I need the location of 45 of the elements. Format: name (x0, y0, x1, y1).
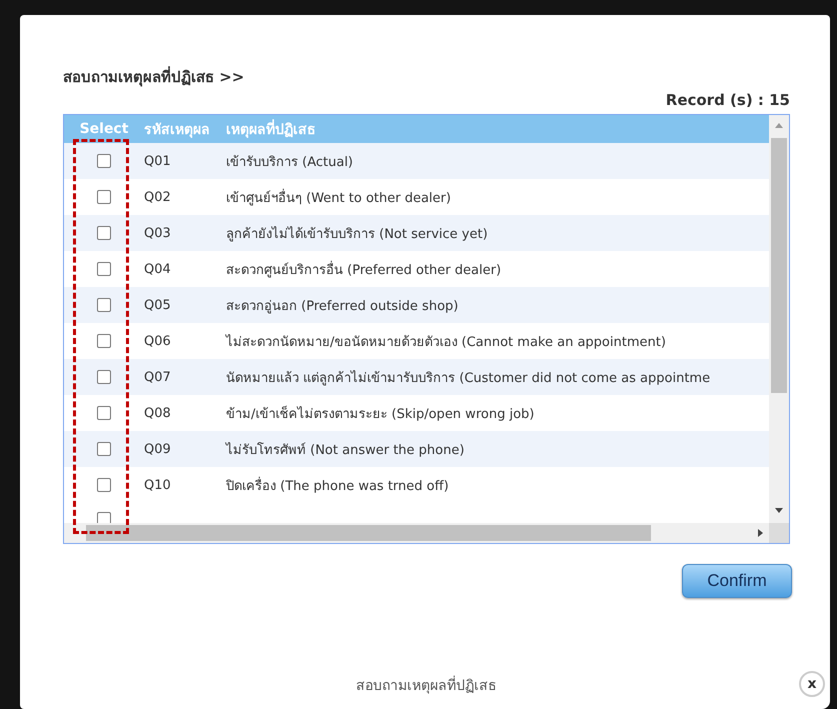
checkbox[interactable] (97, 190, 111, 204)
checkbox[interactable] (97, 298, 111, 312)
dialog-heading: สอบถามเหตุผลที่ปฏิเสธ >> (63, 65, 246, 88)
table-cell-text: นัดหมายแล้ว แต่ลูกค้าไม่เข้ามารับบริการ (Customer did not come as appointme (226, 369, 710, 388)
table-cell-text: Q10 (144, 478, 172, 492)
table-cell-text: สะดวกอู่นอก (Preferred outside shop) (226, 298, 458, 316)
table-cell-text: ปิดเครื่อง (The phone was trned off) (226, 476, 449, 496)
scrollbar-corner (769, 523, 789, 543)
column-header: เหตุผลที่ปฏิเสธ (226, 118, 316, 140)
table-cell-text: ข้าม/เข้าเช็คไม่ตรงตามระยะ (Skip/open wrong job) (226, 404, 534, 424)
checkbox[interactable] (97, 442, 111, 456)
column-header: Select (78, 121, 130, 137)
table-cell-text: Q03 (144, 226, 172, 240)
confirm-button[interactable]: Confirm (682, 564, 792, 598)
table-cell-text: Q07 (144, 370, 172, 384)
footer-caption: สอบถามเหตุผลที่ปฏิเสธ (356, 674, 497, 696)
table-cell-text: Q09 (144, 442, 172, 456)
table-cell-text: Q08 (144, 406, 172, 420)
table-cell-text: เข้ารับบริการ (Actual) (226, 154, 354, 172)
table-cell-text: Q01 (144, 154, 172, 168)
vertical-scrollbar[interactable] (769, 115, 789, 543)
checkbox[interactable] (97, 512, 111, 523)
checkbox[interactable] (97, 154, 111, 168)
scroll-right-icon[interactable] (758, 529, 763, 537)
table-cell-text: ไม่สะดวกนัดหมาย/ขอนัดหมายด้วยตัวเอง (Cannot make an appointment) (226, 333, 666, 352)
table-cell-text: ลูกค้ายังไม่ได้เข้ารับบริการ (Not service yet) (226, 225, 488, 244)
checkbox[interactable] (97, 406, 111, 420)
table-cell-text: Q06 (144, 334, 172, 348)
checkbox[interactable] (97, 262, 111, 276)
close-button[interactable]: x (799, 671, 825, 697)
column-header: รหัสเหตุผล (144, 121, 211, 140)
table-cell-text: Q02 (144, 190, 172, 204)
record-count: Record (s) : 15 (666, 91, 790, 109)
table-cell-text: เข้าศูนย์ฯอื่นๆ (Went to other dealer) (226, 188, 451, 208)
checkbox[interactable] (97, 478, 111, 492)
checkbox[interactable] (97, 334, 111, 348)
table-cell-text: ไม่รับโทรศัพท์ (Not answer the phone) (226, 441, 464, 460)
horizontal-scrollbar[interactable] (64, 523, 769, 543)
scroll-up-icon[interactable] (775, 123, 783, 128)
scroll-down-icon[interactable] (775, 508, 783, 513)
checkbox[interactable] (97, 226, 111, 240)
table-cell-text: Q05 (144, 298, 172, 312)
checkbox[interactable] (97, 370, 111, 384)
table-cell-text: Q04 (144, 262, 172, 276)
table-cell-text: สะดวกศูนย์บริการอื่น (Preferred other dealer) (226, 260, 502, 280)
